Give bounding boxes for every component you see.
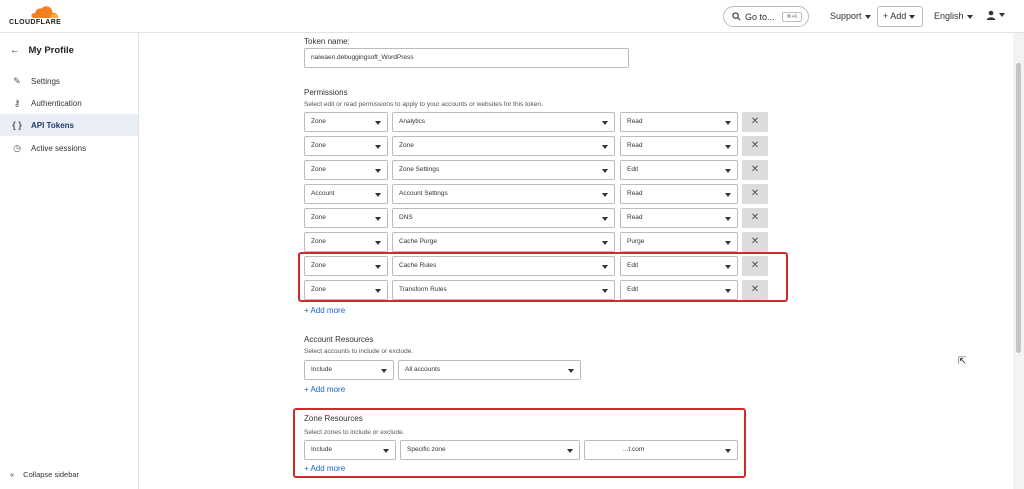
mouse-cursor-icon: ⇱ [958,356,967,367]
permission-scope-select[interactable]: Zone [304,232,388,252]
permission-access-select[interactable]: Purge [620,232,738,252]
clock-icon: ◷ [13,142,21,153]
sidebar-item-api-tokens[interactable]: { } API Tokens [0,114,138,136]
key-icon: ⚷ [13,97,21,108]
remove-permission-button[interactable]: ✕ [742,136,768,156]
page-scrollbar[interactable] [1013,33,1024,489]
goto-label: Go to... [745,11,775,22]
close-icon: ✕ [750,164,760,175]
permission-scope-select[interactable]: Zone [304,112,388,132]
zone-add-more-link[interactable]: + Add more [304,464,345,473]
collapse-sidebar-button[interactable]: « Collapse sidebar [10,470,79,479]
top-bar: CLOUDFLARE Go to... ⌘+K Support + Add En… [0,0,1024,33]
permission-scope-select[interactable]: Zone [304,136,388,156]
support-label: Support [830,11,862,21]
permissions-description: Select edit or read permissions to apply… [304,101,543,108]
permission-scope-select[interactable]: Zone [304,208,388,228]
chevron-down-icon [999,12,1005,17]
close-icon: ✕ [750,140,760,151]
sidebar-item-label: API Tokens [31,120,74,130]
logo-wordmark: CLOUDFLARE [9,19,62,26]
goto-shortcut: ⌘+K [782,12,802,22]
user-icon [986,10,996,20]
chevron-down-icon [966,14,973,19]
sidebar-header[interactable]: ← My Profile [10,45,74,56]
remove-permission-button[interactable]: ✕ [742,232,768,252]
permission-access-select[interactable]: Read [620,112,738,132]
permission-resource-select[interactable]: Zone [392,136,615,156]
chevron-down-icon [909,14,916,19]
close-icon: ✕ [750,188,760,199]
permission-access-select[interactable]: Read [620,184,738,204]
sidebar-title: My Profile [28,45,74,56]
permissions-title: Permissions [304,88,348,97]
sidebar-item-label: Settings [31,76,60,86]
account-resources-title: Account Resources [304,335,374,344]
zone-value-select[interactable]: ...t.com [584,440,738,460]
token-name-label: Token name: [304,37,350,46]
highlight-box [298,252,788,302]
permission-scope-select[interactable]: Zone [304,160,388,180]
chevron-down-icon [864,14,871,19]
permission-resource-select[interactable]: Account Settings [392,184,615,204]
goto-search-button[interactable]: Go to... ⌘+K [723,6,809,27]
arrow-left-icon[interactable]: ← [10,45,20,56]
permission-access-select[interactable]: Read [620,136,738,156]
sidebar-item-active-sessions[interactable]: ◷ Active sessions [0,137,138,159]
sidebar-item-label: Authentication [31,98,82,108]
sidebar-item-settings[interactable]: ✎ Settings [0,70,138,92]
language-label: English [934,11,964,21]
collapse-label: Collapse sidebar [23,470,80,479]
remove-permission-button[interactable]: ✕ [742,184,768,204]
zone-type-select[interactable]: Specific zone [400,440,580,460]
permission-resource-select[interactable]: DNS [392,208,615,228]
zone-resources-description: Select zones to include or exclude. [304,429,405,436]
sidebar: ← My Profile ✎ Settings ⚷ Authentication … [0,33,139,489]
permission-resource-select[interactable]: Zone Settings [392,160,615,180]
main-content: Token name: naiwaen.debuggingsoft_WordPr… [140,33,1010,489]
zone-include-select[interactable]: Include [304,440,396,460]
close-icon: ✕ [750,212,760,223]
sidebar-item-authentication[interactable]: ⚷ Authentication [0,92,138,114]
add-label: + Add [883,11,907,21]
user-menu[interactable] [986,9,1005,20]
sidebar-item-label: Active sessions [31,143,87,153]
close-icon: ✕ [750,236,760,247]
permission-access-select[interactable]: Read [620,208,738,228]
cloud-icon [31,6,59,18]
remove-permission-button[interactable]: ✕ [742,160,768,180]
permission-scope-select[interactable]: Account [304,184,388,204]
cloudflare-logo[interactable]: CLOUDFLARE [9,5,83,29]
close-icon: ✕ [750,116,760,127]
permission-resource-select[interactable]: Cache Purge [392,232,615,252]
add-button[interactable]: + Add [877,6,923,27]
scrollbar-thumb[interactable] [1016,63,1021,353]
account-add-more-link[interactable]: + Add more [304,385,345,394]
pencil-icon: ✎ [13,75,21,86]
account-include-select[interactable]: Include [304,360,394,380]
remove-permission-button[interactable]: ✕ [742,112,768,132]
permissions-add-more-link[interactable]: + Add more [304,306,345,315]
permission-resource-select[interactable]: Analytics [392,112,615,132]
account-select[interactable]: All accounts [398,360,581,380]
zone-resources-title: Zone Resources [304,414,363,423]
search-icon [732,12,741,21]
permission-access-select[interactable]: Edit [620,160,738,180]
braces-icon: { } [12,120,22,130]
remove-permission-button[interactable]: ✕ [742,208,768,228]
token-name-input[interactable]: naiwaen.debuggingsoft_WordPress [304,48,629,68]
support-menu[interactable]: Support [830,11,871,21]
collapse-icon: « [10,470,15,479]
account-resources-description: Select accounts to include or exclude. [304,348,414,355]
language-menu[interactable]: English [934,11,973,21]
